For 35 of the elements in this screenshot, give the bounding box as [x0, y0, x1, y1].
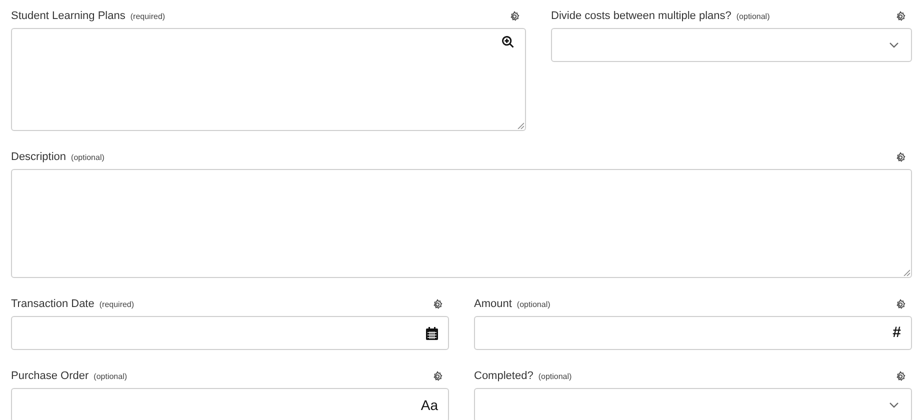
chevron-down-icon[interactable] — [889, 402, 899, 408]
field-qualifier: (optional) — [516, 298, 550, 311]
settings-icon[interactable] — [509, 10, 520, 22]
settings-icon[interactable] — [895, 370, 906, 382]
resize-handle-icon[interactable] — [517, 122, 524, 129]
settings-icon[interactable] — [895, 10, 906, 22]
field-label: Student Learning Plans — [11, 8, 126, 24]
field-qualifier: (optional) — [94, 370, 128, 383]
number-field[interactable]: # — [474, 316, 912, 350]
settings-icon[interactable] — [432, 298, 443, 310]
field-qualifier: (optional) — [736, 10, 770, 23]
settings-icon[interactable] — [432, 370, 443, 382]
calendar-icon[interactable] — [426, 326, 438, 340]
field-label: Completed? — [474, 368, 534, 384]
field-qualifier: (optional) — [71, 152, 104, 164]
dropdown-field[interactable] — [551, 28, 912, 62]
text-field[interactable]: Aa — [11, 388, 449, 420]
date-field[interactable] — [11, 316, 449, 350]
field-qualifier: (required) — [130, 10, 166, 23]
dropdown-field[interactable] — [474, 388, 912, 420]
field-label: Purchase Order — [11, 368, 89, 384]
settings-icon[interactable] — [895, 298, 906, 310]
field-qualifier: (required) — [99, 298, 134, 311]
field-label: Divide costs between multiple plans? — [551, 8, 732, 24]
chevron-down-icon[interactable] — [889, 42, 899, 48]
number-symbol: # — [892, 322, 901, 343]
field-label: Description — [11, 150, 66, 165]
lookup-field[interactable] — [11, 28, 526, 131]
field-label: Amount — [474, 296, 512, 312]
settings-icon[interactable] — [895, 152, 906, 162]
field-qualifier: (optional) — [538, 370, 572, 383]
zoom-in-icon[interactable] — [501, 35, 515, 49]
field-label: Transaction Date — [11, 296, 94, 312]
text-symbol: Aa — [420, 396, 438, 414]
resize-handle-icon[interactable] — [903, 269, 910, 276]
